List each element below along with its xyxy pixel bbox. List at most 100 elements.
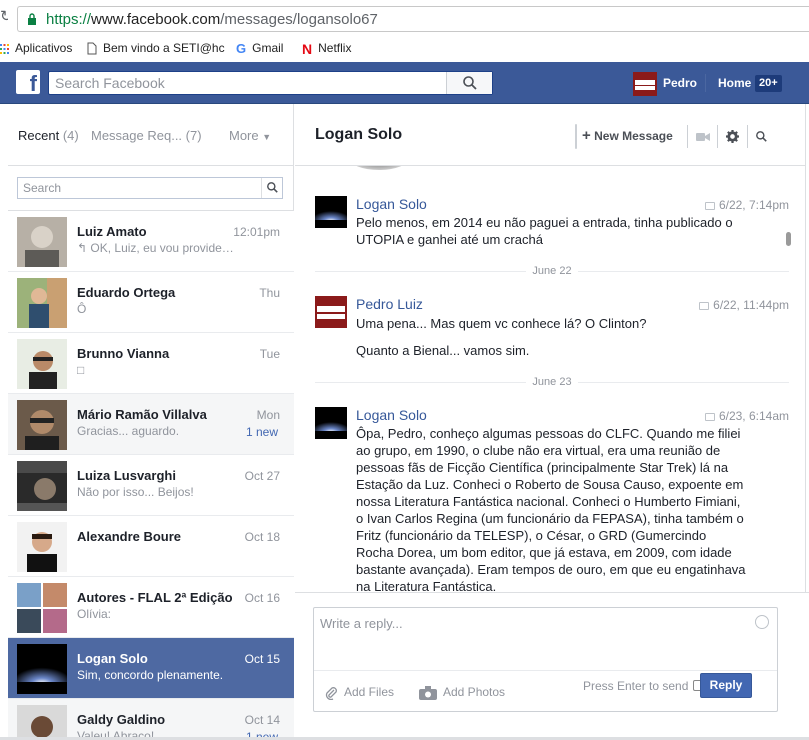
- message-text: Pelo menos, em 2014 eu não paguei a entr…: [356, 215, 733, 247]
- bookmark-gmail[interactable]: G Gmail: [236, 39, 283, 57]
- settings-button[interactable]: [718, 125, 748, 148]
- conversation-item-selected[interactable]: Logan Solo Sim, concordo plenamente. Oct…: [8, 638, 294, 699]
- avatar: [17, 217, 67, 267]
- new-badge: 1 new: [245, 425, 278, 439]
- conversation-item[interactable]: Luiz Amato ↰ OK, Luiz, eu vou providen..…: [8, 211, 294, 272]
- message-text: Uma pena... Mas quem vc conhece lá? O Cl…: [356, 316, 647, 331]
- message: Logan Solo 6/22, 7:14pm Pelo menos, em 2…: [315, 196, 789, 256]
- thread-scrollbar[interactable]: [786, 232, 791, 246]
- thread-search-button[interactable]: [748, 125, 775, 148]
- conversation-name: Galdy Galdino: [77, 712, 166, 727]
- conversation-snippet: ↰ OK, Luiz, eu vou providen...: [77, 241, 237, 255]
- tab-label: Recent: [18, 128, 60, 143]
- lock-icon: [28, 13, 36, 25]
- url-field[interactable]: https://www.facebook.com/messages/logans…: [17, 6, 809, 32]
- conversation-item[interactable]: Mário Ramão Villalva Gracias... aguardo.…: [8, 394, 294, 455]
- reload-icon[interactable]: ↻: [0, 9, 8, 25]
- emoji-icon[interactable]: [755, 615, 769, 629]
- conversation-item[interactable]: Autores - FLAL 2ª Edição Olívia: Oct 16: [8, 577, 294, 638]
- thread-actions: + New Message: [575, 124, 767, 149]
- avatar: [17, 339, 67, 389]
- button-label: Add Photos: [443, 685, 506, 699]
- search-icon: [463, 76, 477, 90]
- inbox-tabs: Recent (4) Message Req... (7) More ▼: [8, 104, 294, 166]
- gear-icon: [726, 130, 739, 143]
- conversation-item[interactable]: Eduardo Ortega Ô Thu: [8, 272, 294, 333]
- conversation-name: Mário Ramão Villalva: [77, 407, 207, 422]
- message-time-text: 6/22, 7:14pm: [718, 198, 789, 212]
- bookmark-apps[interactable]: Aplicativos: [0, 39, 72, 57]
- conversation-snippet: Não por isso... Beijos!: [77, 485, 194, 499]
- avatar: [17, 644, 67, 694]
- bookmark-seti[interactable]: Bem vindo a SETI@hc: [87, 39, 225, 57]
- avatar: [633, 72, 657, 96]
- conversation-name: Autores - FLAL 2ª Edição: [77, 590, 233, 605]
- conversation-item[interactable]: Galdy Galdino Valeu! Abraço! Oct 14 1 ne…: [8, 699, 294, 740]
- message-sender[interactable]: Logan Solo: [356, 407, 427, 423]
- bookmark-label: Aplicativos: [15, 41, 73, 55]
- avatar: [17, 705, 67, 740]
- tab-label: More: [229, 128, 259, 143]
- conversation-name: Luiza Lusvarghi: [77, 468, 176, 483]
- video-call-button[interactable]: [688, 125, 718, 148]
- url-text: https://www.facebook.com/messages/logans…: [46, 11, 378, 28]
- thread-title: Logan Solo: [315, 126, 403, 143]
- home-link[interactable]: Home: [718, 76, 751, 90]
- avatar: [17, 278, 67, 328]
- date-label: June 22: [526, 265, 578, 277]
- conversation-item[interactable]: Brunno Vianna □ Tue: [8, 333, 294, 394]
- new-message-button[interactable]: + New Message: [576, 125, 688, 148]
- bookmark-netflix[interactable]: N Netflix: [302, 39, 351, 57]
- avatar: [315, 407, 347, 439]
- user-name: Pedro: [663, 76, 698, 90]
- conversation-name: Logan Solo: [77, 651, 148, 666]
- message-time: 6/22, 11:44pm: [699, 298, 789, 312]
- conversation-name: Eduardo Ortega: [77, 285, 176, 300]
- search-button[interactable]: [446, 72, 492, 94]
- avatar: [315, 296, 347, 328]
- conversation-name: Alexandre Boure: [77, 529, 182, 544]
- reply-button[interactable]: Reply: [700, 673, 752, 698]
- facebook-search-input[interactable]: Search Facebook: [48, 71, 493, 95]
- tab-count: (4): [62, 128, 79, 143]
- message: Logan Solo 6/23, 6:14am Ôpa, Pedro, conh…: [315, 407, 789, 592]
- message-text: Ôpa, Pedro, conheço algumas pessoas do C…: [356, 426, 746, 592]
- add-files-button[interactable]: Add Files: [324, 685, 394, 700]
- tab-more[interactable]: More ▼: [229, 128, 271, 143]
- tab-message-requests[interactable]: Message Req... (7): [91, 128, 202, 143]
- conversation-time: Oct 15: [244, 652, 280, 666]
- search-icon: [756, 131, 767, 142]
- conversation-time: Mon: [256, 408, 280, 422]
- message-thread: Logan Solo 6/22, 7:14pm Pelo menos, em 2…: [295, 166, 809, 592]
- conversation-snippet: Olívia:: [77, 607, 112, 621]
- inbox-search-input[interactable]: Search: [17, 177, 283, 199]
- plus-icon: +: [582, 127, 591, 144]
- conversation-item[interactable]: Luiza Lusvarghi Não por isso... Beijos! …: [8, 455, 294, 516]
- message-sender[interactable]: Logan Solo: [356, 196, 427, 212]
- message: Pedro Luiz 6/22, 11:44pm Uma pena... Mas…: [315, 296, 789, 366]
- thread-header: Logan Solo + New Message: [295, 104, 809, 166]
- conversation-time: Oct 18: [244, 530, 280, 544]
- conversation-item[interactable]: Alexandre Boure Oct 18: [8, 516, 294, 577]
- inbox-search-button[interactable]: [261, 178, 282, 198]
- conversation-time: 12:01pm: [233, 225, 280, 239]
- chat-bubble-icon: [704, 412, 715, 421]
- avatar: [17, 461, 67, 511]
- video-camera-icon: [696, 133, 710, 141]
- conversation-snippet: □: [77, 363, 85, 377]
- chat-bubble-icon: [704, 201, 715, 210]
- facebook-logo[interactable]: f: [16, 70, 40, 96]
- avatar: [17, 522, 67, 572]
- conversation-time: Oct 27: [244, 469, 280, 483]
- conversation-snippet: Sim, concordo plenamente.: [77, 668, 224, 682]
- date-separator: June 22: [315, 265, 789, 277]
- date-separator: June 23: [315, 376, 789, 388]
- chevron-down-icon: ▼: [262, 132, 272, 142]
- message-time-text: 6/23, 6:14am: [718, 409, 789, 423]
- message-sender[interactable]: Pedro Luiz: [356, 296, 423, 312]
- add-photos-button[interactable]: Add Photos: [419, 685, 505, 700]
- paperclip-icon: [325, 686, 337, 700]
- tab-recent[interactable]: Recent (4): [18, 128, 79, 143]
- avatar: [315, 196, 347, 228]
- logo-letter: f: [29, 71, 37, 96]
